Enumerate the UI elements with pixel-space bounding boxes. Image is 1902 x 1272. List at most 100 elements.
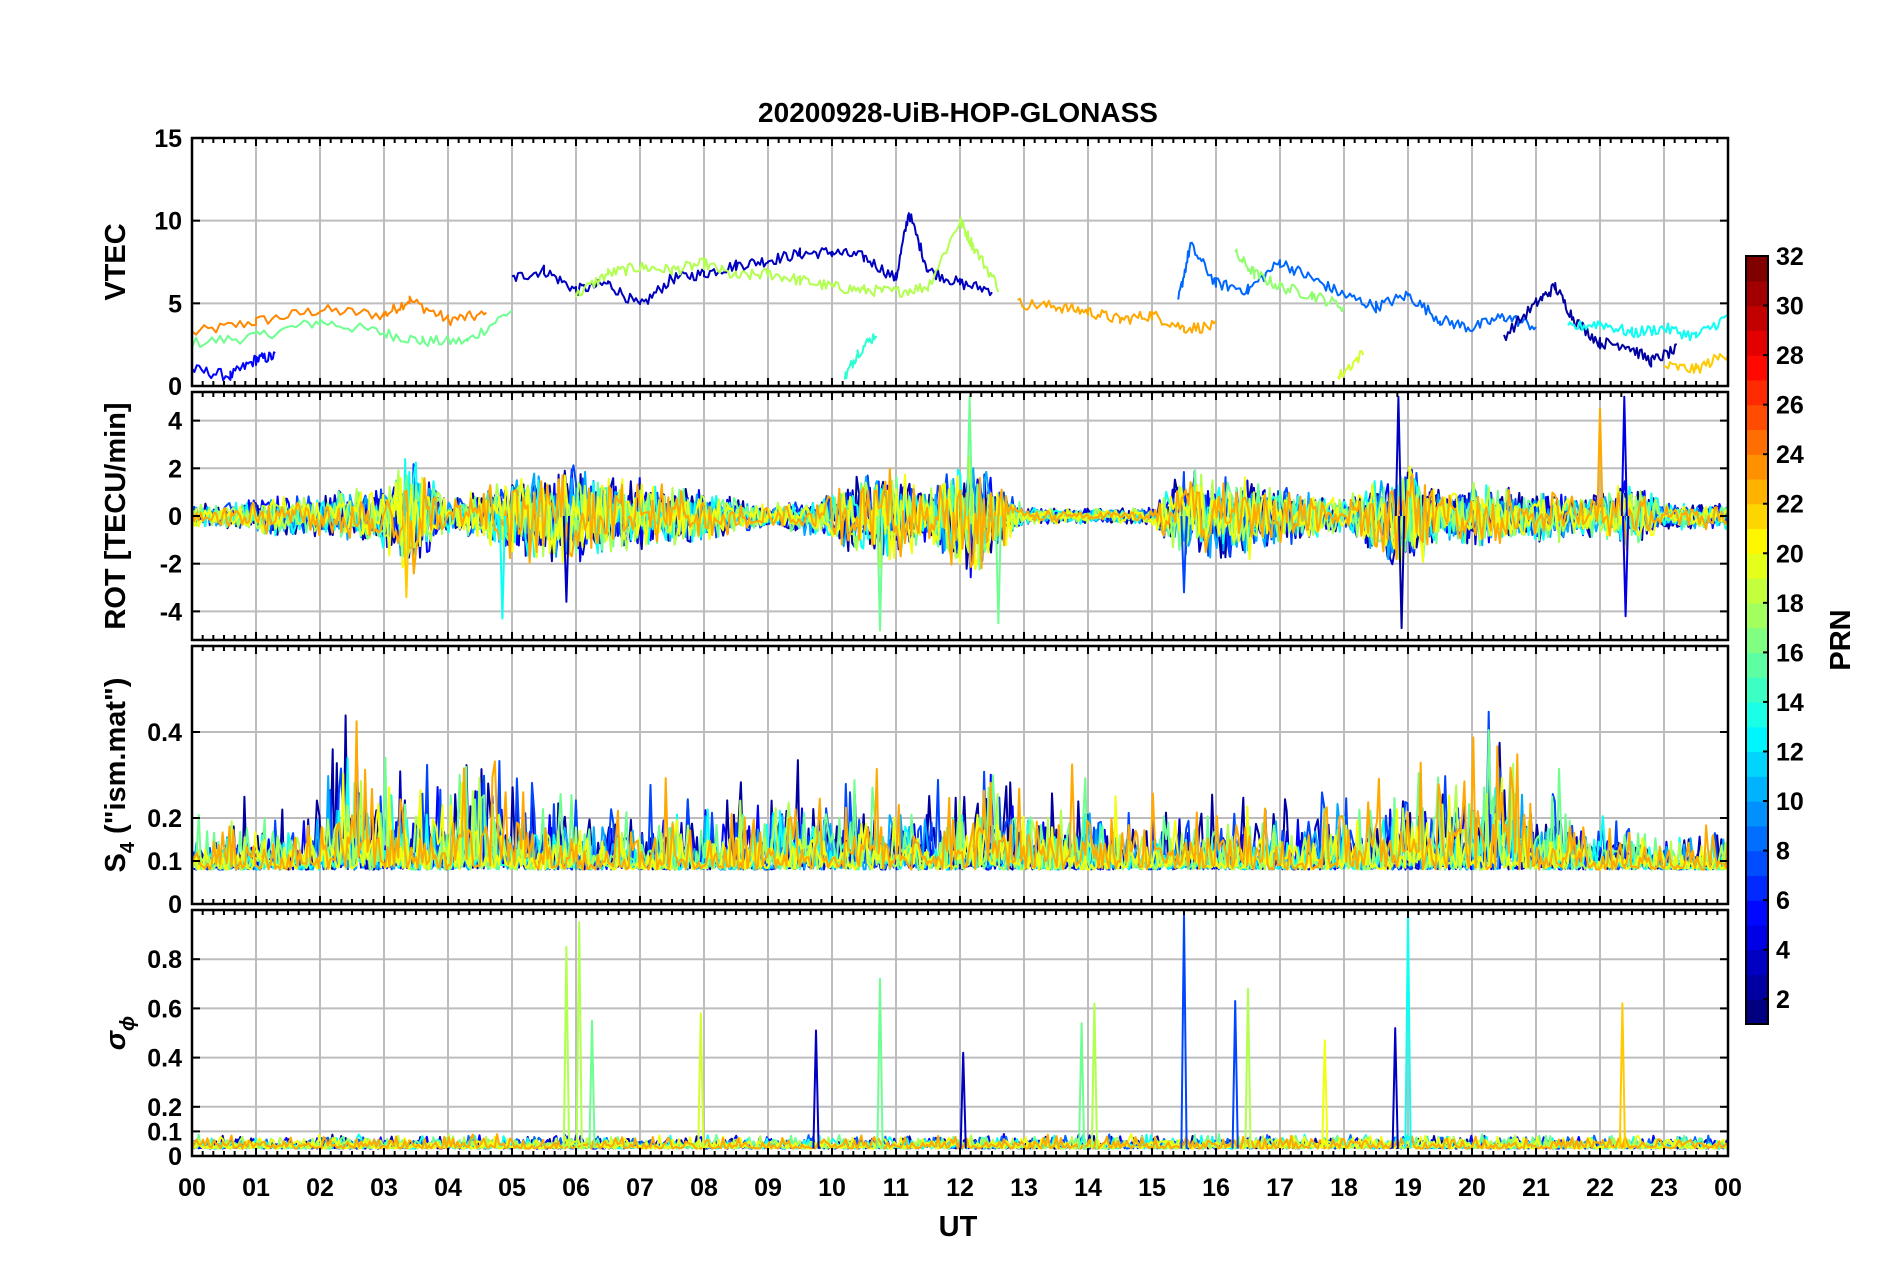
spike-prn-18 bbox=[1090, 1002, 1098, 1149]
colorbar-segment bbox=[1746, 924, 1768, 951]
y-tick-label: 0.1 bbox=[147, 1118, 182, 1146]
y-tick-label: 0 bbox=[168, 373, 182, 401]
y-tick-label: 2 bbox=[168, 455, 182, 483]
colorbar-segment bbox=[1746, 355, 1768, 381]
colorbar-segment bbox=[1746, 776, 1768, 802]
spike-prn-3 bbox=[959, 1051, 967, 1149]
colorbar-segment bbox=[1746, 305, 1768, 331]
series-line-prn-16 bbox=[192, 309, 513, 349]
panel-vtec: 0 5 10 15 VTEC bbox=[100, 125, 1730, 401]
colorbar-segment bbox=[1746, 949, 1768, 976]
colorbar-tick-label: 28 bbox=[1776, 342, 1804, 370]
colorbar-segment bbox=[1746, 553, 1768, 579]
y-tick-label: 0 bbox=[168, 1143, 182, 1171]
y-tick-label: 4 bbox=[168, 408, 182, 436]
series-line-prn-24 bbox=[192, 295, 487, 336]
x-tick-label: 01 bbox=[242, 1174, 270, 1202]
y-tick-label: 0.8 bbox=[147, 946, 182, 974]
x-tick-label: 10 bbox=[818, 1174, 846, 1202]
spike-prn-18 bbox=[1244, 987, 1252, 1149]
colorbar-tick-label: 12 bbox=[1776, 738, 1804, 766]
panels: 051015VTEC-4-2024ROT [TECU/min]00.10.20.… bbox=[100, 125, 1730, 1171]
colorbar-segment bbox=[1746, 330, 1768, 356]
x-tick-label: 20 bbox=[1458, 1174, 1486, 1202]
colorbar-segment bbox=[1746, 256, 1768, 282]
colorbar-segment bbox=[1746, 503, 1768, 530]
y-tick-label: 15 bbox=[154, 125, 182, 153]
colorbar-segment bbox=[1746, 404, 1768, 431]
panel-sigma_phi: 00.10.2 0.4 0.6 0.8 σϕ bbox=[100, 908, 1730, 1171]
colorbar-tick-label: 6 bbox=[1776, 887, 1790, 915]
colorbar-tick-label: 20 bbox=[1776, 540, 1804, 568]
y-tick-label: 0 bbox=[168, 891, 182, 919]
colorbar-tick-label: 18 bbox=[1776, 590, 1804, 618]
colorbar-segment bbox=[1746, 825, 1768, 852]
x-tick-label: 16 bbox=[1202, 1174, 1230, 1202]
colorbar-segment bbox=[1746, 379, 1768, 406]
spike-prn-19 bbox=[697, 1012, 705, 1149]
colorbar-segment bbox=[1746, 652, 1768, 678]
x-tick-label: 23 bbox=[1650, 1174, 1678, 1202]
spike-prn-18 bbox=[575, 921, 583, 1149]
x-axis-label: UT bbox=[939, 1211, 978, 1243]
chart-title: 20200928-UiB-HOP-GLONASS bbox=[758, 97, 1158, 128]
colorbar-tick-label: 22 bbox=[1776, 491, 1804, 519]
x-tick-label: 02 bbox=[306, 1174, 334, 1202]
figure: 20200928-UiB-HOP-GLONASS 051015VTEC-4-20… bbox=[100, 97, 1857, 1243]
x-tick-label: 05 bbox=[498, 1174, 526, 1202]
series-line-prn-22 bbox=[1663, 353, 1728, 374]
spike-prn-7 bbox=[1231, 1000, 1239, 1149]
y-tick-label: -4 bbox=[160, 598, 182, 626]
x-tick-label: 00 bbox=[1714, 1174, 1742, 1202]
colorbar-segment bbox=[1746, 726, 1768, 753]
colorbar-tick-label: 30 bbox=[1776, 293, 1804, 321]
x-tick-label: 11 bbox=[883, 1174, 910, 1202]
colorbar-tick-label: 26 bbox=[1776, 392, 1804, 420]
x-tick-label: 12 bbox=[946, 1174, 974, 1202]
colorbar-tick-label: 14 bbox=[1776, 689, 1804, 717]
x-tick-label: 17 bbox=[1266, 1174, 1294, 1202]
series-line-prn-5 bbox=[192, 351, 276, 382]
x-tick-label: 04 bbox=[434, 1174, 462, 1202]
colorbar-segment bbox=[1746, 875, 1768, 901]
x-tick-label: 08 bbox=[690, 1174, 718, 1202]
x-tick-label: 06 bbox=[562, 1174, 590, 1202]
y-tick-label: 0.1 bbox=[147, 848, 182, 876]
y-tick-label: 0.2 bbox=[147, 805, 182, 833]
y-axis-label-vtec: VTEC bbox=[100, 223, 132, 300]
x-tick-label: 14 bbox=[1074, 1174, 1102, 1202]
colorbar-segment bbox=[1746, 850, 1768, 876]
x-tick-label: 22 bbox=[1586, 1174, 1614, 1202]
colorbar-tick-label: 4 bbox=[1776, 937, 1790, 965]
colorbar-tick-label: 10 bbox=[1776, 788, 1804, 816]
y-tick-label: 0.2 bbox=[147, 1094, 182, 1122]
y-tick-label: -2 bbox=[160, 551, 182, 579]
colorbar-segment bbox=[1746, 701, 1768, 728]
y-axis-label-sigma_phi: σϕ bbox=[100, 1016, 139, 1050]
colorbar-segment bbox=[1746, 528, 1768, 554]
colorbar-segment bbox=[1746, 454, 1768, 480]
colorbar-segment bbox=[1746, 677, 1768, 703]
spike-prn-18 bbox=[562, 945, 570, 1149]
colorbar-tick-label: 16 bbox=[1776, 639, 1804, 667]
x-tick-label: 09 bbox=[754, 1174, 782, 1202]
colorbar-segment bbox=[1746, 974, 1768, 1000]
y-tick-label: 5 bbox=[168, 290, 182, 318]
y-axis-label-s4: S4 ("ism.mat") bbox=[100, 678, 139, 873]
colorbar-segment bbox=[1746, 900, 1768, 926]
colorbar-tick-label: 24 bbox=[1776, 441, 1804, 469]
y-tick-label: 0.4 bbox=[147, 1045, 182, 1073]
series-line-prn-8 bbox=[1176, 241, 1537, 333]
series-line-prn-19 bbox=[1336, 350, 1365, 380]
spike-prn-7 bbox=[1180, 913, 1188, 1149]
spike-prn-16 bbox=[588, 1019, 596, 1149]
colorbar-segment bbox=[1746, 280, 1768, 307]
y-axis-label-rot: ROT [TECU/min] bbox=[100, 402, 132, 629]
x-tick-label: 21 bbox=[1522, 1174, 1550, 1202]
x-tick-label: 03 bbox=[370, 1174, 398, 1202]
x-tick-label: 19 bbox=[1394, 1174, 1422, 1202]
spike-prn-16 bbox=[876, 977, 884, 1149]
colorbar-tick-label: 2 bbox=[1776, 986, 1790, 1014]
x-tick-label: 18 bbox=[1330, 1174, 1358, 1202]
colorbar-segment bbox=[1746, 478, 1768, 505]
